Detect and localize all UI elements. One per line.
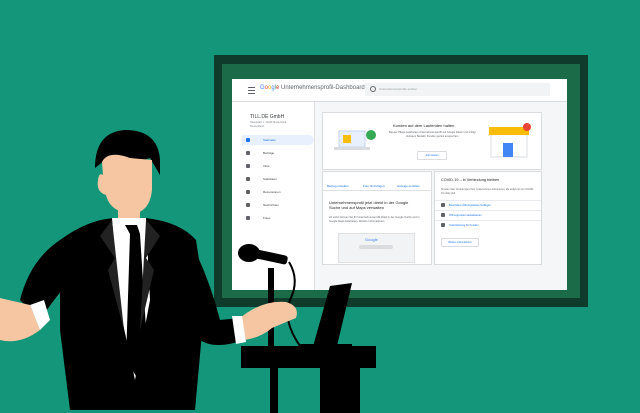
laptop-icon [300, 283, 352, 350]
scene: Google Unternehmensprofil-Dashboard Unte… [0, 0, 640, 413]
presenter-illustration [0, 130, 376, 413]
podium [241, 268, 376, 413]
